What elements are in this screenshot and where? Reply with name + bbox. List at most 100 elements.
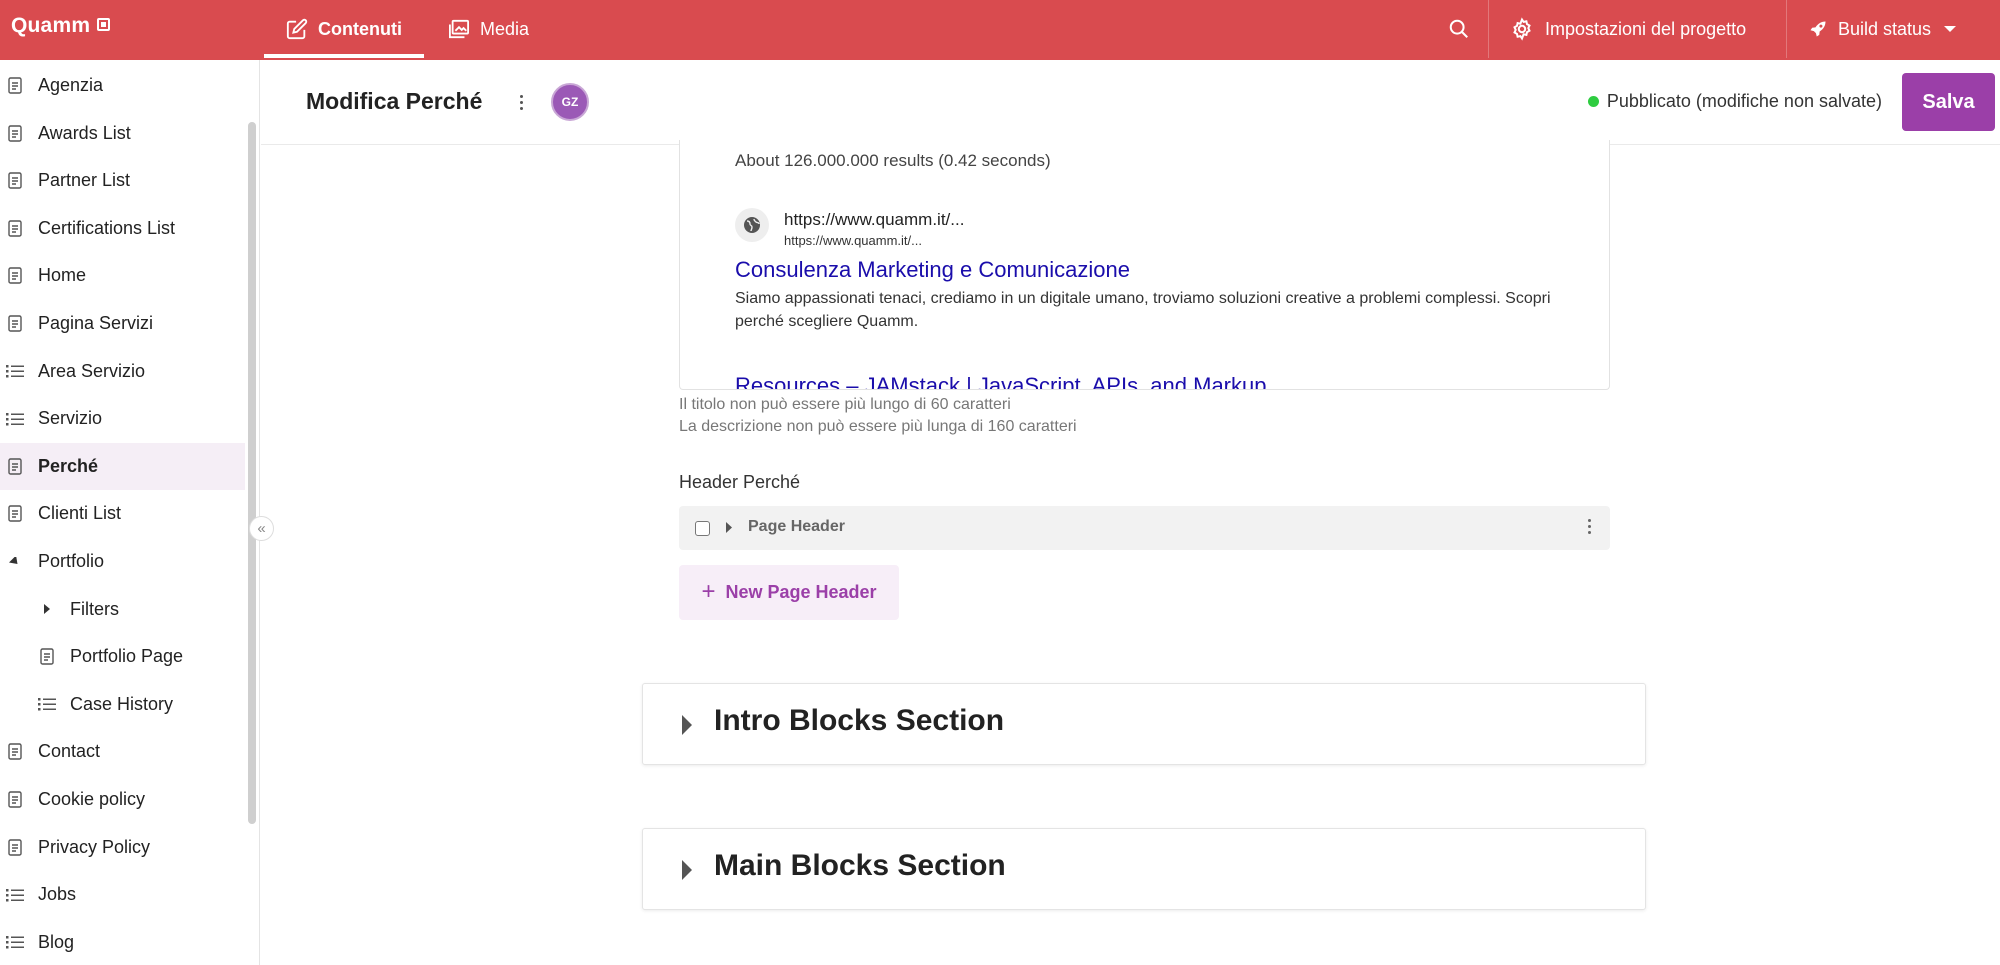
page-icon <box>5 267 25 285</box>
search-button[interactable] <box>1448 0 1470 58</box>
sidebar-item-contact[interactable]: Contact <box>0 728 245 775</box>
intro-blocks-section[interactable]: Intro Blocks Section <box>642 683 1646 765</box>
project-name: Quamm <box>11 14 91 37</box>
sidebar-item-label: Blog <box>38 931 75 952</box>
caret-right-icon <box>682 860 692 880</box>
external-link-icon <box>97 18 111 31</box>
sidebar-item-label: Clienti List <box>38 503 122 524</box>
plus-icon: + <box>701 577 716 605</box>
preview-url-breadcrumb: https://www.quamm.it/... <box>784 233 922 248</box>
main-blocks-section[interactable]: Main Blocks Section <box>642 828 1646 910</box>
double-chevron-left-icon: « <box>257 520 266 537</box>
page-icon <box>5 791 25 808</box>
divider <box>1786 0 1787 58</box>
page-icon <box>5 124 25 142</box>
sidebar-item-case-history[interactable]: Case History <box>0 681 245 728</box>
sidebar-item-partner-list[interactable]: Partner List <box>0 157 245 204</box>
tab-contenuti[interactable]: Contenuti <box>264 0 424 58</box>
sidebar-item-portfolio-page[interactable]: Portfolio Page <box>0 633 245 680</box>
sidebar-item-blog[interactable]: Blog <box>0 919 245 965</box>
sidebar-item-label: Filters <box>70 598 119 619</box>
image-icon <box>449 19 469 39</box>
sidebar-item-agenzia[interactable]: Agenzia <box>0 62 245 109</box>
sidebar-item-area-servizio[interactable]: Area Servizio <box>0 348 245 395</box>
project-settings-button[interactable]: Impostazioni del progetto <box>1510 0 1746 58</box>
sidebar-item-jobs[interactable]: Jobs <box>0 871 245 918</box>
caret-right-icon <box>682 715 692 735</box>
section-title: Intro Blocks Section <box>714 704 1005 737</box>
search-icon <box>1449 19 1468 38</box>
page-icon <box>5 315 25 332</box>
page-icon <box>5 458 25 475</box>
build-status-label: Build status <box>1838 18 1932 39</box>
sidebar-item-portfolio[interactable]: Portfolio <box>0 538 245 585</box>
item-options-icon[interactable] <box>1588 519 1591 534</box>
page-icon <box>5 77 25 94</box>
sidebar-item-label: Case History <box>70 693 174 714</box>
active-tab-indicator <box>264 54 424 58</box>
page-header-item-label: Page Header <box>748 518 845 535</box>
select-checkbox[interactable] <box>695 521 710 536</box>
list-icon <box>5 935 25 949</box>
page-icon <box>5 838 25 856</box>
page-icon <box>5 743 25 761</box>
tab-media[interactable]: Media <box>448 0 529 58</box>
more-options-icon[interactable] <box>514 88 528 116</box>
new-page-header-label: New Page Header <box>725 582 877 602</box>
status-text: Pubblicato (modifiche non salvate) <box>1606 91 1882 111</box>
publish-status: Pubblicato (modifiche non salvate) <box>1587 91 1882 112</box>
editor-header: Modifica Perché GZ Pubblicato (modifiche… <box>261 60 2000 145</box>
sidebar-item-filters[interactable]: Filters <box>0 586 245 633</box>
sidebar-item-label: Cookie policy <box>38 789 146 809</box>
sidebar-item-label: Partner List <box>38 170 131 191</box>
sidebar-item-label: Jobs <box>38 884 77 905</box>
sidebar-item-label: Perché <box>38 455 99 476</box>
sidebar-item-cookie-policy[interactable]: Cookie policy <box>0 776 245 823</box>
sidebar-item-label: Certifications List <box>38 217 176 238</box>
sidebar-item-privacy-policy[interactable]: Privacy Policy <box>0 824 245 871</box>
rocket-icon <box>1810 21 1826 37</box>
sidebar-item-label: Servizio <box>38 408 103 429</box>
sidebar-item-label: Contact <box>38 741 101 762</box>
triangle-right-icon <box>37 603 57 615</box>
save-button[interactable]: Salva <box>1902 73 1995 131</box>
sidebar-item-clienti-list[interactable]: Clienti List <box>0 490 245 537</box>
tab-contenuti-label: Contenuti <box>318 18 402 39</box>
preview-url: https://www.quamm.it/... <box>784 210 965 229</box>
section-title: Main Blocks Section <box>714 849 1006 882</box>
sidebar-item-label: Portfolio Page <box>70 646 184 667</box>
collapse-sidebar-button[interactable]: « <box>249 516 274 541</box>
page-header-item[interactable]: Page Header <box>679 506 1610 550</box>
chevron-down-icon <box>1944 26 1957 32</box>
sidebar-item-label: Privacy Policy <box>38 836 151 857</box>
title-limit-hint: Il titolo non può essere più lungo di 60… <box>679 396 1011 413</box>
sidebar-item-label: Home <box>38 265 87 286</box>
sidebar-item-certifications-list[interactable]: Certifications List <box>0 205 245 252</box>
sidebar-item-pagina-servizi[interactable]: Pagina Servizi <box>0 300 245 347</box>
new-page-header-button[interactable]: + New Page Header <box>679 565 899 620</box>
results-count: About 126.000.000 results (0.42 seconds) <box>735 151 1051 170</box>
list-icon <box>5 364 25 378</box>
project-brand[interactable]: Quamm <box>11 14 111 38</box>
preview-next-result: Resources – JAMstack | JavaScript, APIs,… <box>735 373 1267 390</box>
sidebar-scrollbar[interactable] <box>248 122 256 824</box>
seo-preview-card: About 126.000.000 results (0.42 seconds)… <box>679 140 1610 390</box>
status-dot-icon <box>1587 96 1599 107</box>
sidebar-item-label: Agenzia <box>38 75 104 95</box>
preview-description: Siamo appassionati tenaci, crediamo in u… <box>735 290 1551 330</box>
edit-icon <box>286 18 308 40</box>
build-status-button[interactable]: Build status <box>1808 0 1957 58</box>
sidebar-item-perch[interactable]: Perché <box>0 442 245 490</box>
globe-icon <box>735 208 769 242</box>
page-icon <box>37 648 57 665</box>
header-field-label: Header Perché <box>679 472 801 492</box>
caret-right-icon[interactable] <box>725 521 733 534</box>
list-icon <box>5 888 25 902</box>
sidebar-item-servizio[interactable]: Servizio <box>0 395 245 442</box>
sidebar-item-home[interactable]: Home <box>0 252 245 299</box>
sidebar-item-awards-list[interactable]: Awards List <box>0 110 245 157</box>
sidebar-item-label: Awards List <box>38 122 131 143</box>
sidebar-item-label: Pagina Servizi <box>38 313 154 333</box>
divider <box>1488 0 1489 58</box>
page-icon <box>5 172 25 189</box>
